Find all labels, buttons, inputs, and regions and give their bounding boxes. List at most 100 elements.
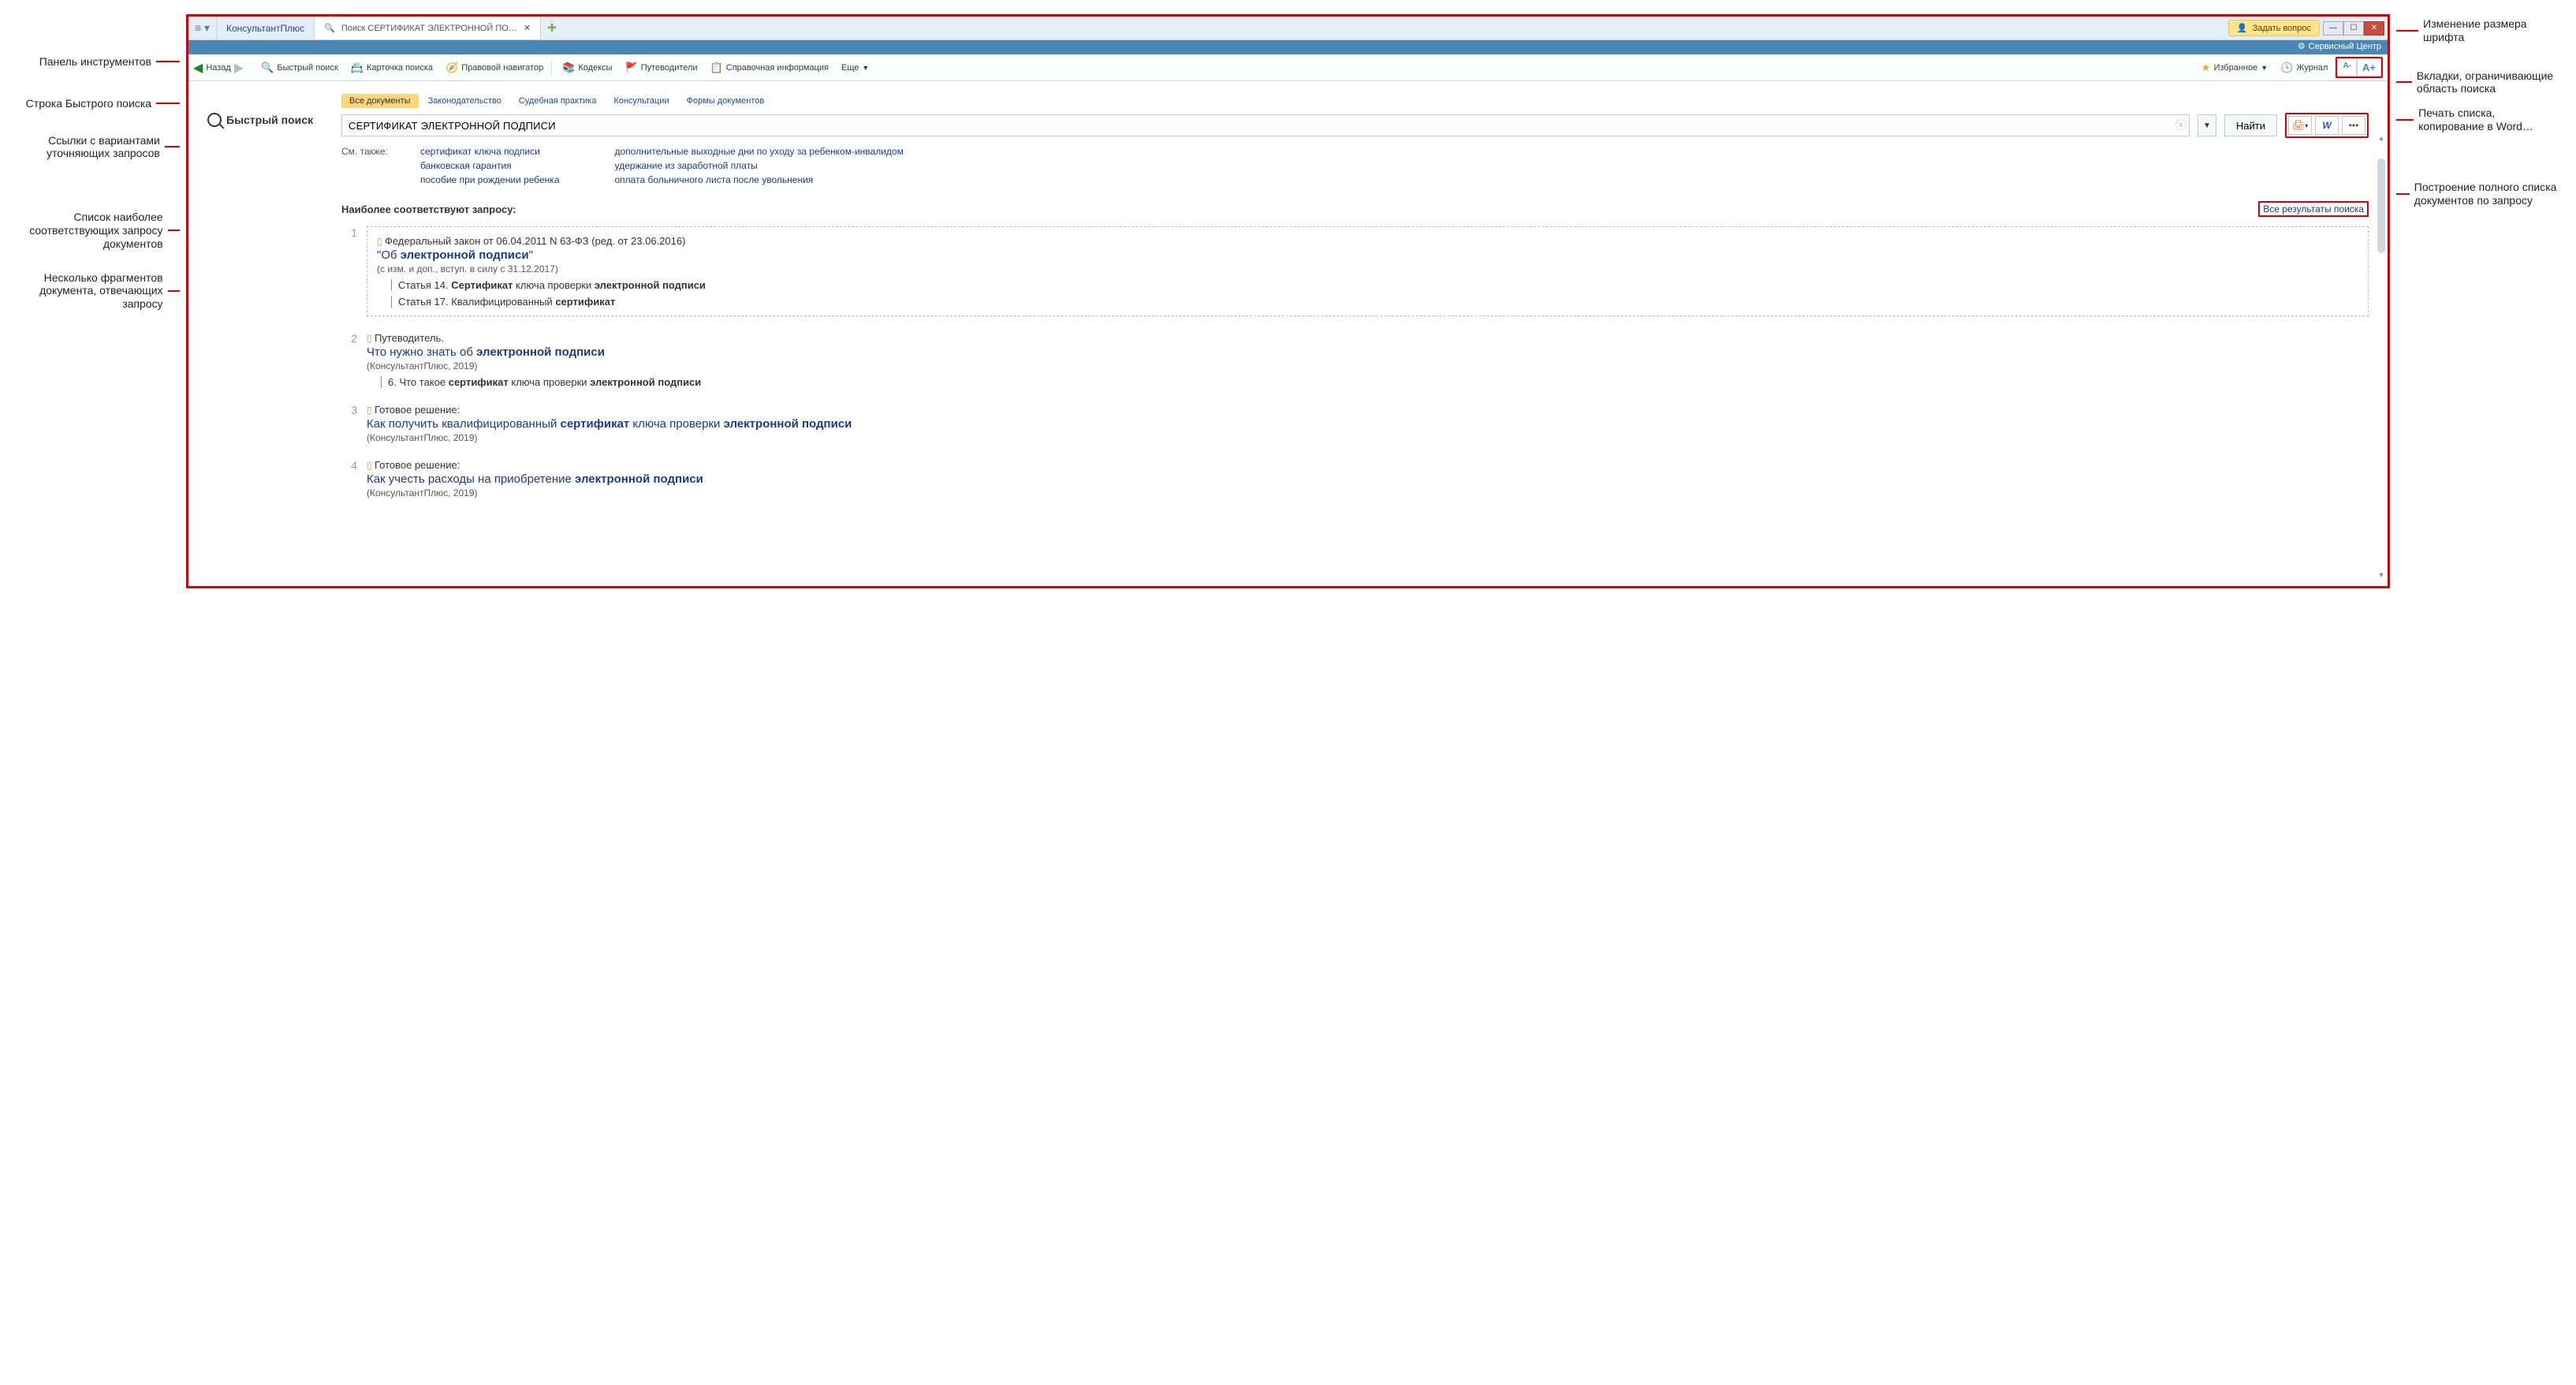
font-size-group: A- A+ — [2336, 57, 2383, 78]
app-title[interactable]: КонсультантПлюс — [217, 17, 315, 39]
browser-tab[interactable]: 🔍 Поиск СЕРТИФИКАТ ЭЛЕКТРОННОЙ ПО… ✕ — [315, 17, 541, 39]
journal-button[interactable]: 🕓Журнал — [2276, 59, 2332, 77]
quick-search-button[interactable]: 🔍Быстрый поиск — [256, 59, 343, 77]
refine-link[interactable]: удержание из заработной платы — [615, 160, 904, 171]
dots-icon: ••• — [2349, 120, 2359, 131]
close-window-button[interactable]: ✕ — [2364, 21, 2384, 35]
result-item: 3 ▯ Готовое решение: Как получить квалиф… — [341, 404, 2369, 443]
callout-print-copy: Печать списка, копирование в Word… — [2418, 106, 2562, 133]
result-fragment[interactable]: Статья 17. Квалифицированный сертификат — [391, 296, 2358, 308]
callout-toolbar: Панель инструментов — [39, 55, 151, 69]
result-number: 4 — [341, 459, 357, 498]
result-number: 1 — [341, 226, 357, 316]
result-title-link[interactable]: Как учесть расходы на приобретение элект… — [367, 472, 2369, 486]
search-input[interactable] — [342, 117, 2173, 135]
close-icon[interactable]: ✕ — [524, 23, 531, 33]
scope-tab-forms[interactable]: Формы документов — [679, 94, 773, 108]
guides-button[interactable]: 🚩Путеводители — [621, 59, 703, 77]
result-title-link[interactable]: "Об электронной подписи" — [377, 248, 2358, 262]
legal-nav-button[interactable]: 🧭Правовой навигатор — [441, 59, 548, 77]
book-icon: ▯ — [367, 333, 372, 344]
search-icon: 🔍 — [261, 62, 274, 74]
forward-arrow-icon[interactable]: ▶ — [234, 60, 244, 76]
tab-label: Поиск СЕРТИФИКАТ ЭЛЕКТРОННОЙ ПО… — [341, 24, 517, 33]
chevron-down-icon: ▼ — [2261, 64, 2268, 72]
see-also-label: См. также: — [341, 146, 397, 185]
result-title-link[interactable]: Как получить квалифицированный сертифика… — [367, 417, 2369, 431]
scope-tab-consult[interactable]: Консультации — [606, 94, 677, 108]
callout-scope-tabs: Вкладки, ограничивающие область поиска — [2417, 69, 2562, 96]
result-item: 4 ▯ Готовое решение: Как учесть расходы … — [341, 459, 2369, 498]
minimize-button[interactable]: — — [2323, 21, 2343, 35]
ref-info-button[interactable]: 📋Справочная информация — [706, 59, 833, 77]
search-dropdown-button[interactable]: ▼ — [2198, 114, 2216, 136]
maximize-button[interactable]: ☐ — [2343, 21, 2364, 35]
scope-tab-all[interactable]: Все документы — [341, 94, 419, 108]
results-header: Наиболее соответствуют запросу: Все резу… — [341, 201, 2369, 217]
callout-font-size: Изменение размера шрифта — [2423, 17, 2562, 44]
service-center-link[interactable]: Сервисный Центр — [2298, 41, 2381, 51]
scroll-up-icon[interactable]: ▴ — [2377, 133, 2385, 143]
more-actions-button[interactable]: ••• — [2342, 116, 2365, 135]
result-fragment[interactable]: 6. Что такое сертификат ключа проверки э… — [381, 376, 2369, 388]
results-title: Наиболее соответствуют запросу: — [341, 203, 516, 215]
back-arrow-icon[interactable]: ◀ — [193, 60, 203, 76]
callout-top-docs: Список наиболее соответствующих запросу … — [14, 211, 163, 250]
chevron-down-icon: ▼ — [862, 64, 869, 72]
list-actions-group: 🖨▾ W ••• — [2285, 113, 2369, 138]
refine-link[interactable]: дополнительные выходные дни по уходу за … — [615, 146, 904, 157]
result-subtitle: (КонсультантПлюс, 2019) — [367, 432, 2369, 443]
compass-icon: 🧭 — [445, 62, 458, 74]
toolbar: ◀ Назад ▶ 🔍Быстрый поиск 📇Карточка поиск… — [188, 54, 2388, 81]
refine-link[interactable]: пособие при рождении ребенка — [420, 174, 560, 185]
find-button[interactable]: Найти — [2224, 114, 2277, 136]
result-item: 1 ▯ Федеральный закон от 06.04.2011 N 63… — [341, 226, 2369, 316]
refine-link[interactable]: оплата больничного листа после увольнени… — [615, 174, 904, 185]
right-callouts: Изменение размера шрифта Вкладки, ограни… — [2396, 14, 2562, 588]
guide-icon: 🚩 — [625, 62, 638, 74]
word-button[interactable]: W — [2315, 116, 2339, 135]
result-number: 2 — [341, 332, 357, 388]
printer-icon: 🖨 — [2292, 119, 2306, 132]
callout-refine-links: Ссылки с вариантами уточняющих запросов — [14, 134, 160, 161]
scrollbar-thumb[interactable] — [2377, 159, 2385, 253]
callout-quick-search: Строка Быстрого поиска — [26, 97, 151, 110]
codexes-button[interactable]: 📚Кодексы — [557, 59, 617, 77]
new-tab-button[interactable]: ✚ — [541, 17, 563, 39]
font-increase-button[interactable]: A+ — [2357, 58, 2381, 77]
font-decrease-button[interactable]: A- — [2337, 58, 2357, 77]
scope-tab-court[interactable]: Судебная практика — [511, 94, 604, 108]
book-icon: ▯ — [367, 460, 372, 471]
scroll-down-icon[interactable]: ▾ — [2377, 570, 2385, 580]
result-fragment[interactable]: Статья 14. Сертификат ключа проверки эле… — [391, 279, 2358, 291]
content-area: Быстрый поиск Все документы Законодатель… — [188, 81, 2388, 586]
all-results-link[interactable]: Все результаты поиска — [2258, 201, 2369, 217]
ask-question-button[interactable]: Задать вопрос — [2228, 20, 2320, 36]
result-meta: Федеральный закон от 06.04.2011 N 63-ФЗ … — [385, 235, 685, 247]
books-icon: 📚 — [562, 62, 575, 74]
refine-link[interactable]: сертификат ключа подписи — [420, 146, 560, 157]
back-label[interactable]: Назад — [206, 63, 231, 73]
more-button[interactable]: Еще ▼ — [837, 61, 874, 75]
search-icon: 🔍 — [324, 23, 335, 33]
app-window: ≡ ▾ КонсультантПлюс 🔍 Поиск СЕРТИФИКАТ Э… — [186, 14, 2390, 588]
star-icon: ★ — [2201, 62, 2211, 74]
result-meta: Готовое решение: — [375, 404, 460, 416]
result-number: 3 — [341, 404, 357, 443]
refine-link[interactable]: банковская гарантия — [420, 160, 560, 171]
result-title-link[interactable]: Что нужно знать об электронной подписи — [367, 345, 2369, 359]
scope-tab-law[interactable]: Законодательство — [420, 94, 509, 108]
clock-icon: 🕓 — [2280, 62, 2293, 74]
menu-icon[interactable]: ≡ ▾ — [188, 17, 217, 39]
left-callouts: Панель инструментов Строка Быстрого поис… — [14, 14, 180, 588]
service-strip: Сервисный Центр — [188, 40, 2388, 54]
clear-icon[interactable]: ⓧ — [2173, 118, 2189, 133]
print-button[interactable]: 🖨▾ — [2288, 116, 2312, 135]
result-meta: Путеводитель. — [375, 332, 444, 344]
favorites-button[interactable]: ★Избранное ▼ — [2197, 59, 2272, 77]
scope-tabs: Все документы Законодательство Судебная … — [341, 94, 2369, 108]
titlebar: ≡ ▾ КонсультантПлюс 🔍 Поиск СЕРТИФИКАТ Э… — [188, 17, 2388, 40]
card-search-button[interactable]: 📇Карточка поиска — [346, 59, 438, 77]
quick-search-heading: Быстрый поиск — [207, 113, 313, 127]
result-meta: Готовое решение: — [375, 459, 460, 471]
